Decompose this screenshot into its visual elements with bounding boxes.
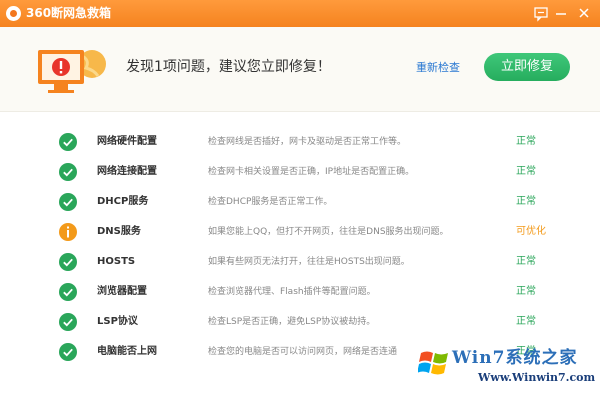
- check-ok-icon: [59, 133, 77, 151]
- check-name: 浏览器配置: [97, 286, 147, 297]
- fix-now-button[interactable]: 立即修复: [484, 53, 570, 81]
- check-name: DHCP服务: [97, 196, 149, 207]
- windows-logo-icon: [418, 351, 448, 375]
- check-status: 正常: [516, 256, 536, 267]
- check-ok-icon: [59, 163, 77, 181]
- info-warning-icon: [59, 223, 77, 241]
- feedback-icon[interactable]: [532, 3, 550, 23]
- check-description: 检查网线是否插好，网卡及驱动是否正常工作等。: [208, 137, 407, 147]
- check-status[interactable]: 可优化: [516, 225, 546, 239]
- app-logo-icon: [6, 6, 21, 21]
- result-message: 发现1项问题，建议您立即修复！: [126, 59, 331, 75]
- check-description: 检查浏览器代理、Flash插件等配置问题。: [208, 287, 376, 297]
- check-ok-icon: [59, 283, 77, 301]
- check-row: LSP协议 检查LSP是否正确，避免LSP协议被劫持。 正常: [0, 307, 600, 337]
- check-status: 正常: [516, 286, 536, 297]
- check-ok-icon: [59, 313, 77, 331]
- check-ok-icon: [59, 193, 77, 211]
- check-ok-icon: [59, 253, 77, 271]
- check-row: 网络连接配置 检查网卡相关设置是否正确，IP地址是否配置正确。 正常: [0, 157, 600, 187]
- recheck-link[interactable]: 重新检查: [416, 61, 460, 75]
- title-bar: 360断网急救箱: [0, 0, 600, 27]
- check-description: 检查LSP是否正确，避免LSP协议被劫持。: [208, 317, 376, 327]
- check-row: HOSTS 如果有些网页无法打开，往往是HOSTS出现问题。 正常: [0, 247, 600, 277]
- check-name: 网络硬件配置: [97, 136, 157, 147]
- watermark: Win7系统之家 Www.Winwin7.com: [418, 341, 598, 391]
- window-title: 360断网急救箱: [26, 6, 112, 20]
- check-description: 检查您的电脑是否可以访问网页，网络是否连通: [208, 347, 398, 357]
- check-row: 浏览器配置 检查浏览器代理、Flash插件等配置问题。 正常: [0, 277, 600, 307]
- check-ok-icon: [59, 343, 77, 361]
- check-status: 正常: [516, 196, 536, 207]
- network-warning-icon: [38, 50, 106, 93]
- result-header: 发现1项问题，建议您立即修复！ 重新检查 立即修复: [0, 27, 600, 112]
- check-row: 网络硬件配置 检查网线是否插好，网卡及驱动是否正常工作等。 正常: [0, 127, 600, 157]
- watermark-brand: Win7系统之家: [452, 348, 578, 368]
- check-status: 正常: [516, 166, 536, 177]
- check-name: HOSTS: [97, 256, 136, 267]
- check-description: 如果您能上QQ，但打不开网页，往往是DNS服务出现问题。: [208, 227, 449, 237]
- check-row: DHCP服务 检查DHCP服务是否正常工作。 正常: [0, 187, 600, 217]
- check-name: 电脑能否上网: [97, 346, 157, 357]
- check-row: DNS服务 如果您能上QQ，但打不开网页，往往是DNS服务出现问题。 可优化: [0, 217, 600, 247]
- check-description: 检查DHCP服务是否正常工作。: [208, 197, 333, 207]
- check-name: DNS服务: [97, 226, 141, 237]
- close-icon[interactable]: [575, 3, 593, 23]
- check-name: LSP协议: [97, 316, 138, 327]
- minimize-icon[interactable]: [552, 3, 570, 23]
- check-description: 检查网卡相关设置是否正确，IP地址是否配置正确。: [208, 167, 415, 177]
- check-description: 如果有些网页无法打开，往往是HOSTS出现问题。: [208, 257, 410, 267]
- check-name: 网络连接配置: [97, 166, 157, 177]
- check-status: 正常: [516, 316, 536, 327]
- watermark-url: Www.Winwin7.com: [478, 371, 596, 384]
- check-status: 正常: [516, 136, 536, 147]
